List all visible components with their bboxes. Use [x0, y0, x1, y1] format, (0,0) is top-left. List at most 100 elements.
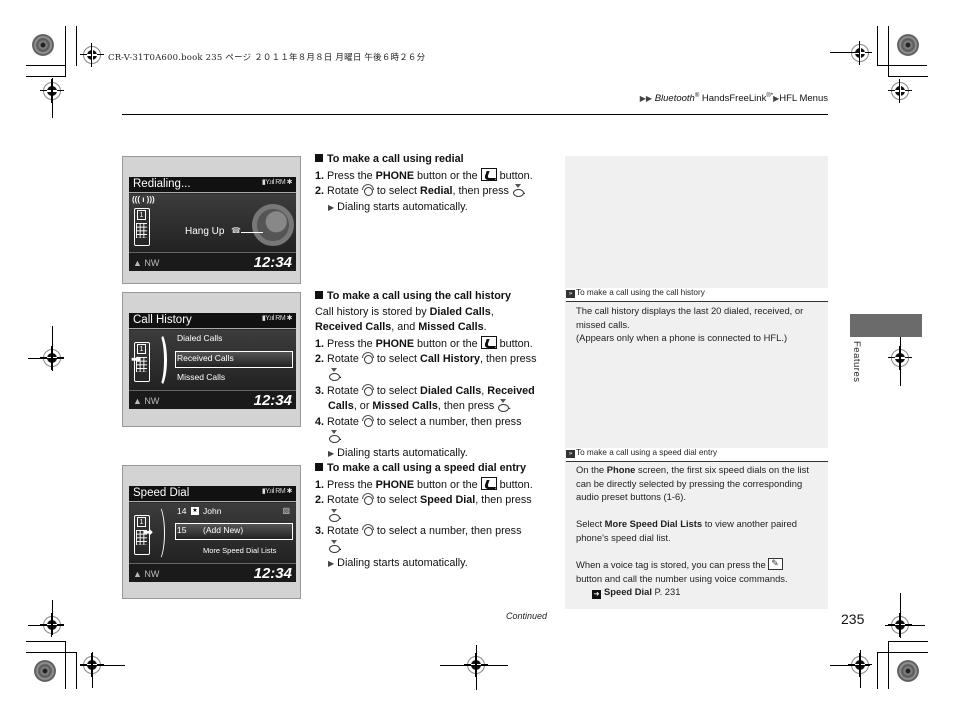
compass: ▲ NW: [133, 396, 160, 406]
interface-dial-rotate-icon: [361, 383, 374, 396]
menu-label: Received Calls: [315, 321, 392, 334]
registration-rosette-top-left: [32, 34, 54, 56]
step-text: Press the: [324, 337, 376, 350]
step-text: , then press: [452, 185, 512, 198]
cross-reference[interactable]: ➜ Speed Dial P. 231: [576, 585, 824, 600]
section-tab: [850, 314, 922, 337]
hang-up-icon: ☎: [231, 226, 241, 235]
clock: 12:34: [253, 565, 292, 582]
more-speed-dial-lists[interactable]: More Speed Dial Lists: [203, 546, 276, 555]
step-text: button.: [496, 337, 533, 350]
section-heading: To make a call using the call history: [315, 289, 560, 305]
crop-line: [92, 652, 93, 688]
clock: 12:34: [253, 392, 292, 409]
screen-body: 1 ➡ 14 ★ John ▧ 15 (Add New) More Speed …: [129, 503, 296, 563]
display-screen: Call History ▮Y.ııl RM ✱ 1 ➡ Dialed Call…: [129, 313, 296, 409]
screen-title: Redialing...: [133, 178, 191, 190]
step-text: Press the: [324, 169, 376, 182]
step: 4. Rotate to select a number, then press…: [315, 414, 560, 446]
phone-label: PHONE: [375, 478, 415, 491]
square-bullet-icon: [315, 291, 323, 299]
crop-line: [52, 600, 53, 635]
interface-dial-press-icon: [328, 508, 340, 522]
speed-dial-entry-name[interactable]: John: [203, 506, 221, 516]
interface-dial-press-icon: [512, 184, 524, 198]
menu-label: Redial: [420, 185, 453, 198]
intro-text: , and: [391, 321, 419, 334]
step-number: 2.: [315, 185, 325, 198]
step-text: Rotate: [324, 185, 362, 198]
screen-footer: ▲ NW 12:34: [129, 390, 296, 409]
note-paragraph: (Appears only when a phone is connected …: [576, 332, 788, 344]
talk-button-icon: [768, 557, 784, 571]
phone-label: PHONE: [375, 337, 415, 350]
step: 1. Press the PHONE button or the button.: [315, 167, 560, 185]
step-text: Rotate: [324, 384, 362, 397]
step-text: Rotate: [324, 353, 362, 366]
menu-item-missed-calls[interactable]: Missed Calls: [177, 372, 225, 382]
menu-label: Missed Calls: [418, 321, 484, 334]
note-paragraph: When a voice tag is stored, you can pres…: [576, 557, 824, 585]
menu-label: Missed Calls: [372, 400, 438, 413]
intro-text: .: [483, 321, 487, 334]
step-text: button or the: [414, 337, 481, 350]
selector-arc: [151, 332, 167, 388]
cross-reference-label[interactable]: Speed Dial: [604, 586, 652, 597]
registration-target-icon: [848, 41, 872, 65]
note-text: On the: [576, 464, 607, 475]
step-number: 3.: [315, 525, 325, 538]
step-text: button.: [496, 478, 533, 491]
crop-line: [26, 641, 66, 642]
call-history-screenshot: Call History ▮Y.ııl RM ✱ 1 ➡ Dialed Call…: [122, 292, 301, 427]
continued-label: Continued: [506, 611, 548, 621]
menu-item-received-calls[interactable]: Received Calls: [177, 353, 234, 363]
screen-footer: ▲ NW 12:34: [129, 563, 296, 582]
result-text: Dialing starts automatically.: [334, 200, 468, 213]
step-number: 1.: [315, 169, 325, 182]
call-history-instructions: To make a call using the call history Ca…: [315, 289, 560, 462]
phone-button-icon: [480, 335, 497, 349]
note-heading-text: To make a call using the call history: [576, 288, 705, 297]
result: ▶ Dialing starts automatically.: [315, 446, 560, 462]
step-text: button or the: [414, 169, 481, 182]
step-number: 3.: [315, 384, 325, 397]
interface-dial-press-icon: [328, 539, 340, 553]
interface-dial-press-icon: [497, 399, 510, 413]
screen-footer: ▲ NW 12:34: [129, 252, 296, 271]
crop-line: [830, 665, 870, 666]
selector-arc: [151, 505, 165, 561]
speed-dial-entry-number: 15: [177, 525, 187, 535]
step-text: , or: [353, 400, 373, 413]
step-text: Press the: [324, 478, 376, 491]
crop-line: [52, 78, 53, 118]
speed-dial-add-new[interactable]: (Add New): [203, 525, 243, 535]
result-text: Dialing starts automatically.: [334, 446, 468, 459]
crop-line: [860, 650, 861, 688]
crop-line: [900, 593, 901, 638]
menu-item-dialed-calls[interactable]: Dialed Calls: [177, 333, 222, 343]
interface-dial-rotate-icon: [361, 352, 374, 365]
note-body: The call history displays the last 20 di…: [576, 304, 824, 345]
status-icons: ▮Y.ııl RM ✱: [261, 315, 293, 322]
registration-rosette-top-right: [897, 34, 919, 56]
breadcrumb-handsfreelink: HandsFreeLink: [699, 93, 767, 105]
crop-line: [65, 641, 66, 689]
interface-dial-rotate-icon: [361, 524, 374, 537]
status-icons: ▮Y.ııl RM ✱: [261, 179, 293, 186]
crop-line: [888, 26, 889, 76]
step-number: 4.: [315, 415, 325, 428]
step-text: Rotate: [324, 494, 362, 507]
crop-line: [888, 641, 928, 642]
section-heading-text: To make a call using the call history: [327, 290, 512, 302]
note-text: Select: [576, 518, 605, 530]
note-icon: »: [566, 450, 575, 458]
step: 1. Press the PHONE button or the button.: [315, 335, 560, 353]
breadcrumb: ▶▶ Bluetooth® HandsFreeLink®*▶HFL Menus: [640, 93, 828, 104]
redial-screenshot: Redialing... ▮Y.ııl RM ✱ ((( ı ))) 1 Han…: [122, 156, 301, 284]
crop-line: [888, 76, 928, 77]
crop-line: [830, 52, 860, 53]
screen-title: Speed Dial: [133, 487, 190, 499]
note-paragraph: Select More Speed Dial Lists to view ano…: [576, 517, 824, 544]
screen-body: 1 ➡ Dialed Calls Received Calls Missed C…: [129, 330, 296, 390]
